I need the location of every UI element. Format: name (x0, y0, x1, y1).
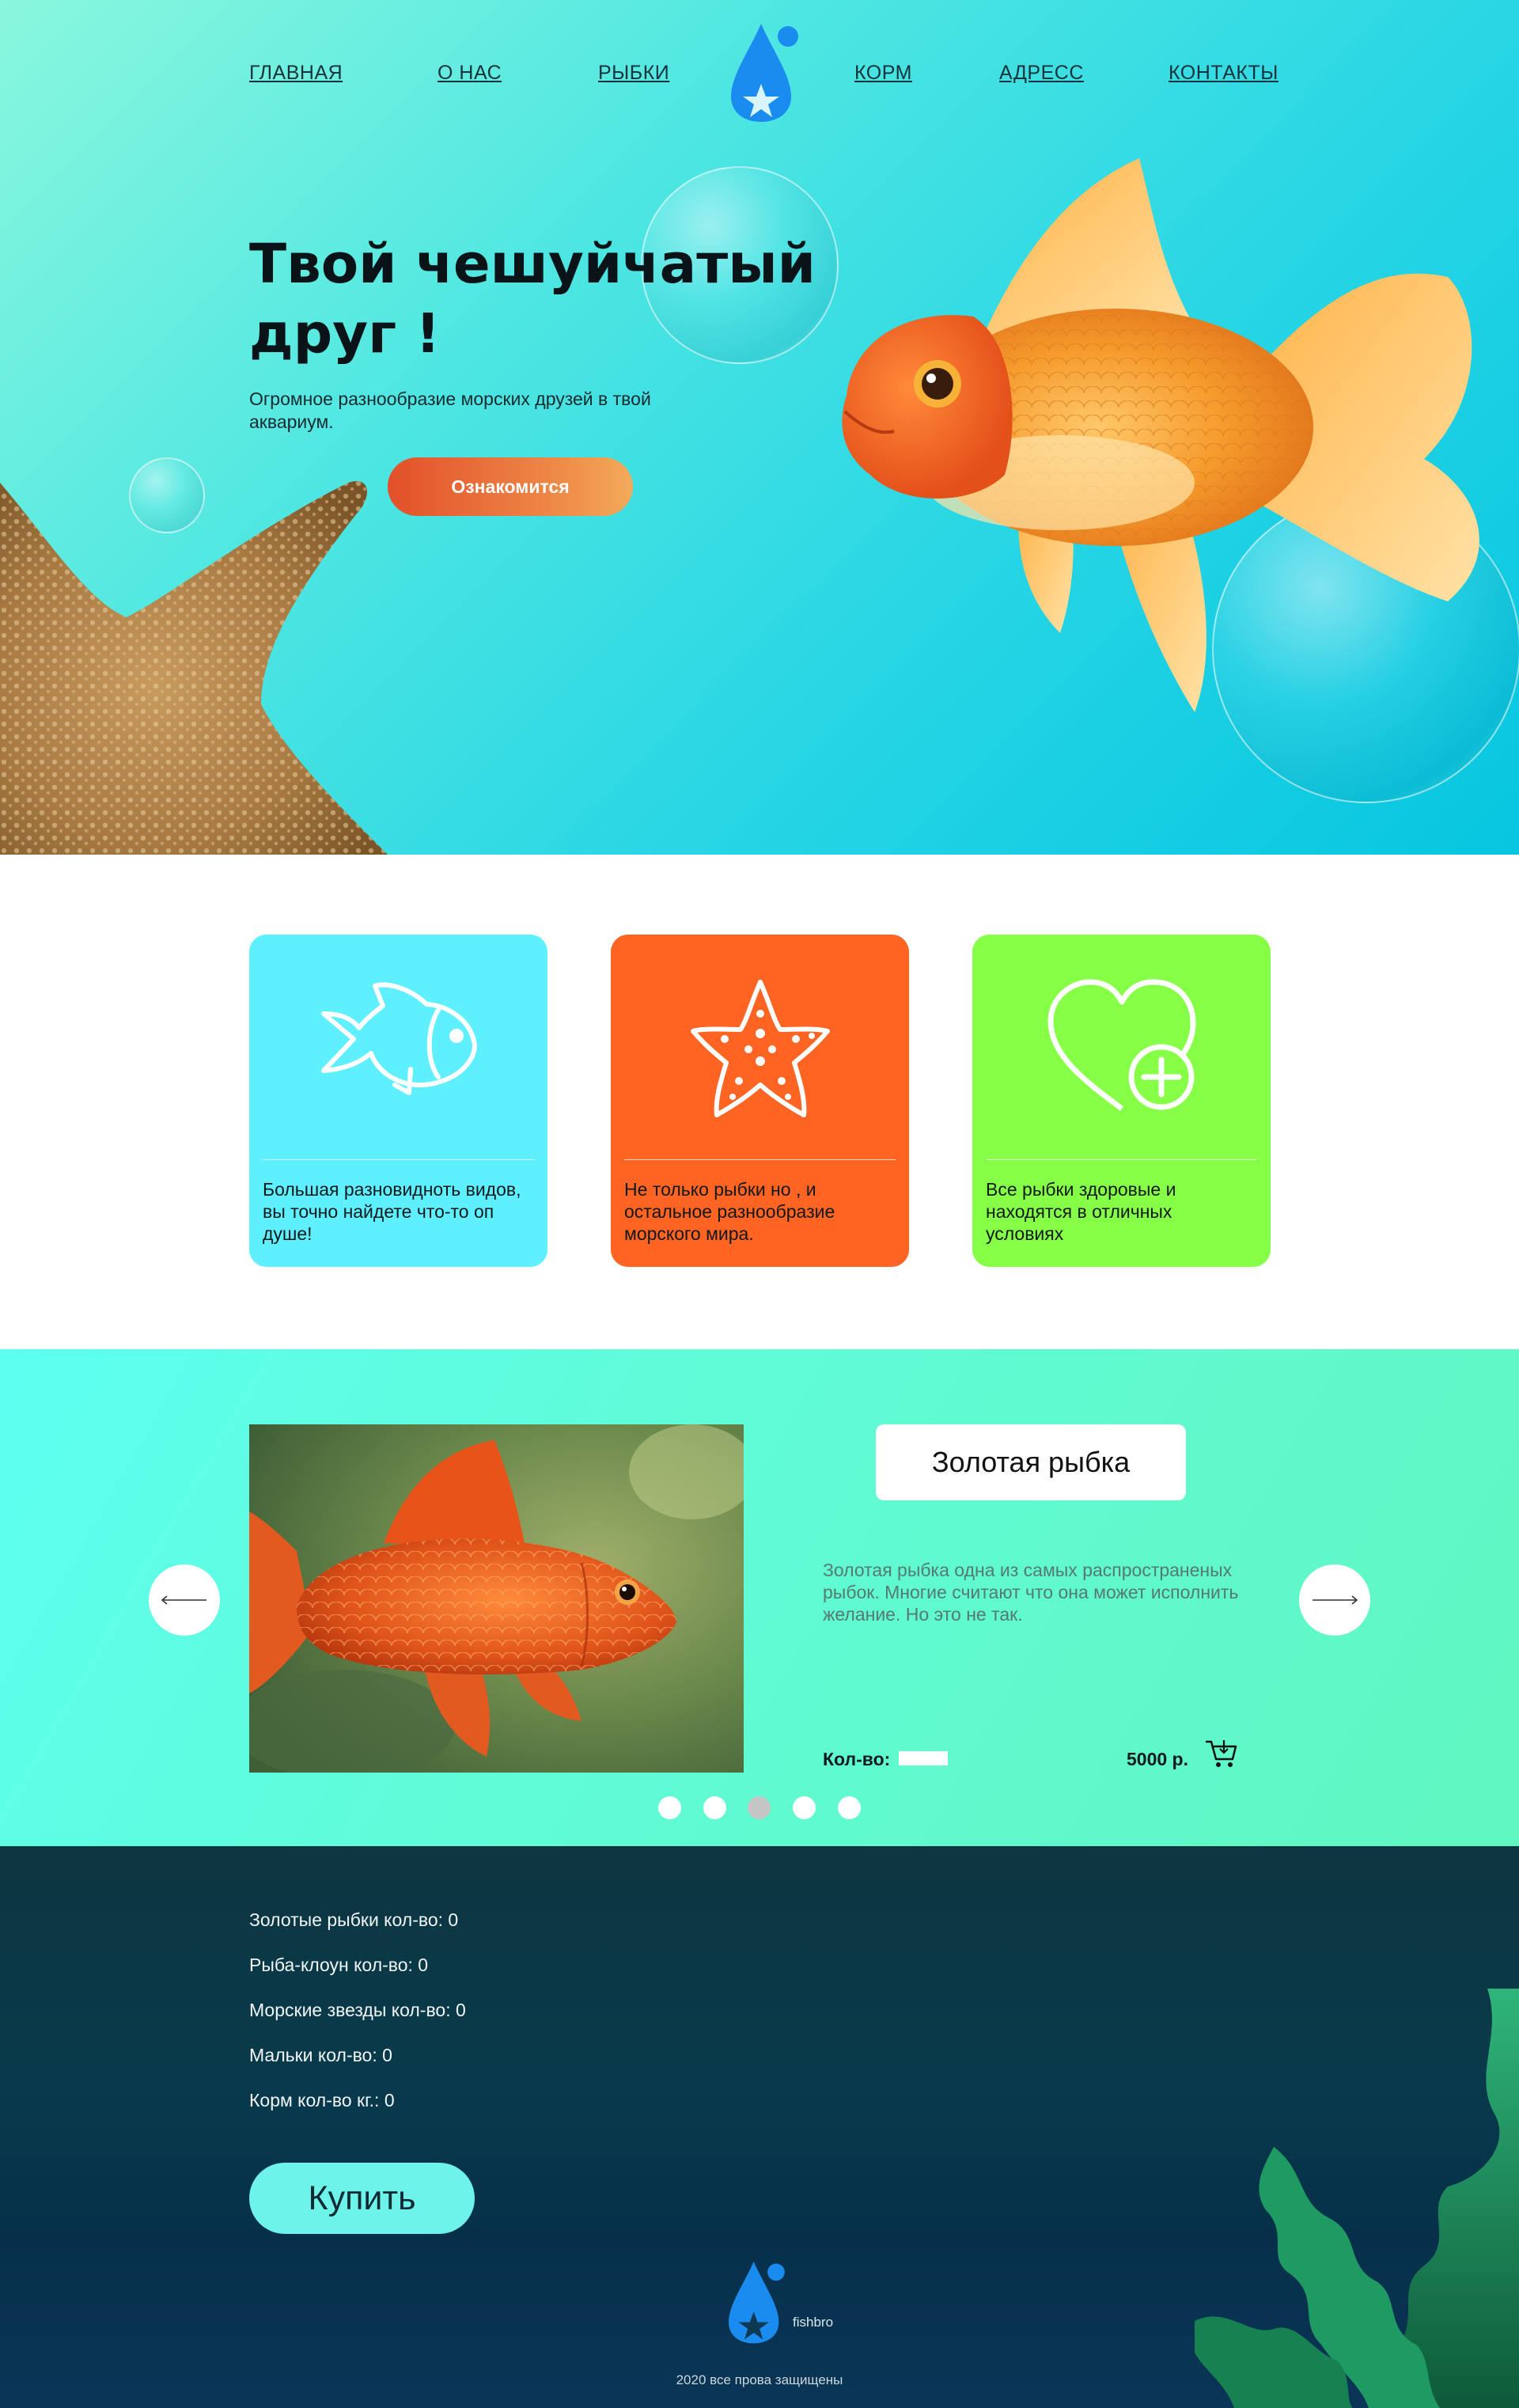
order-line-starfish: Морские звезды кол-во: 0 (249, 2000, 466, 2020)
hero-section: ГЛАВНАЯ О НАС РЫБКИ КОРМ АДРЕСС КОНТАКТЫ… (0, 0, 1519, 855)
nav-link-address[interactable]: АДРЕСС (999, 62, 1084, 85)
feature-card-healthy: Все рыбки здоровые и находятся в отличны… (972, 935, 1271, 1267)
nav-link-about[interactable]: О НАС (438, 62, 502, 85)
brand-name: fishbro (793, 2315, 834, 2330)
feature-card-variety: Большая разновидноть видов, вы точно най… (249, 935, 547, 1267)
starfish-image (0, 481, 388, 855)
seaweed-image (1195, 1989, 1519, 2408)
product-image (249, 1424, 744, 1773)
nav-link-fish[interactable]: РЫБКИ (598, 62, 669, 85)
hero-title: Твой чешуйчатый друг ! (249, 233, 816, 366)
product-description: Золотая рыбка одна из самых распростране… (823, 1560, 1239, 1625)
arrow-left-icon (161, 1595, 206, 1605)
slider-dot[interactable] (838, 1796, 861, 1819)
arrow-right-icon (1313, 1595, 1358, 1605)
order-line-clownfish: Рыба-клоун кол-во: 0 (249, 1955, 429, 1975)
product-slider: Золотая рыбка Золотая рыбка одна из самы… (0, 1349, 1519, 1846)
card-divider (263, 1159, 534, 1160)
order-line-goldfish: Золотые рыбки кол-во: 0 (249, 1909, 459, 1930)
quantity-label: Кол-во: (823, 1749, 891, 1769)
feature-text: Все рыбки здоровые и находятся в отличны… (986, 1179, 1176, 1244)
nav-link-contacts[interactable]: КОНТАКТЫ (1169, 62, 1278, 85)
slider-dot[interactable] (703, 1796, 726, 1819)
slider-dot-active[interactable] (748, 1796, 771, 1819)
copyright-text: 2020 все прова защищены (676, 2372, 843, 2387)
order-line-food: Корм кол-во кг.: 0 (249, 2090, 395, 2110)
card-divider (624, 1159, 896, 1160)
order-line-fry: Мальки кол-во: 0 (249, 2045, 392, 2065)
feature-text: Не только рыбки но , и остальное разнооб… (624, 1179, 835, 1244)
quantity-input[interactable] (899, 1751, 948, 1765)
heart-plus-icon (972, 974, 1271, 1124)
nav-link-home[interactable]: ГЛАВНАЯ (249, 62, 343, 85)
explore-button[interactable]: Ознакомится (388, 457, 633, 516)
slider-next-button[interactable] (1299, 1564, 1370, 1636)
product-name: Золотая рыбка (876, 1424, 1186, 1500)
nav-link-food[interactable]: КОРМ (854, 62, 912, 85)
logo-icon[interactable] (726, 21, 802, 122)
product-price: 5000 р. (1127, 1749, 1188, 1769)
fish-icon (249, 974, 547, 1124)
goldfish-image (842, 158, 1479, 712)
slider-prev-button[interactable] (149, 1564, 220, 1636)
buy-button[interactable]: Купить (249, 2163, 475, 2234)
feature-card-sea-life: Не только рыбки но , и остальное разнооб… (611, 935, 909, 1267)
card-divider (986, 1159, 1257, 1160)
footer-section: Золотые рыбки кол-во: 0 Рыба-клоун кол-в… (0, 1846, 1519, 2408)
features-section: Большая разновидноть видов, вы точно най… (0, 855, 1519, 1349)
starfish-icon (611, 974, 909, 1124)
cart-icon[interactable] (1204, 1737, 1237, 1770)
footer-logo-icon (729, 2262, 785, 2344)
slider-dot[interactable] (793, 1796, 816, 1819)
hero-subtitle: Огромное разнообразие морских друзей в т… (249, 389, 651, 432)
bubble (129, 457, 205, 533)
feature-text: Большая разновидноть видов, вы точно най… (263, 1179, 521, 1244)
slider-dot[interactable] (658, 1796, 681, 1819)
